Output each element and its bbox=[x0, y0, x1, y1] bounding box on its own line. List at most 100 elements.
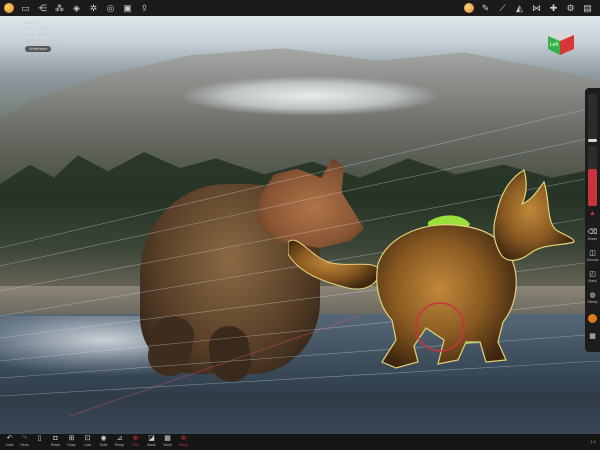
eraser-icon: ⌫ bbox=[587, 229, 598, 236]
smooth-button[interactable]: ◫ Smooth bbox=[586, 249, 599, 267]
sphere-icon: ◎ bbox=[106, 2, 115, 13]
stats-extra: Sculpt vertices: 44.5k bbox=[25, 38, 64, 43]
top-toolbar: ▭ ⋲ ⁂ ◈ ✲ ◎ ▣ ⇪ ✎ ⟋ ◭ ⋈ ✚ ⚙ ▤ bbox=[0, 0, 600, 16]
solid-button[interactable]: ◉ Solid bbox=[96, 434, 111, 450]
app-menu-button[interactable] bbox=[0, 0, 17, 16]
scene-button[interactable]: ⋲ bbox=[34, 0, 51, 16]
export-button[interactable]: ⇪ bbox=[136, 0, 153, 16]
share-icon: ⋲ bbox=[38, 2, 47, 13]
brush-button[interactable]: ✎ bbox=[477, 0, 494, 16]
retop-button[interactable]: ⊛ Retop bbox=[176, 434, 191, 450]
bottom-toolbar: ↶ Undo ↷ Redo ▯ ◘ Reset ⊞ Snap ⊡ Lock ◉ … bbox=[0, 434, 600, 450]
mask-icon: ◰ bbox=[589, 271, 596, 278]
erase-label: Erase bbox=[587, 237, 598, 241]
pick-icon: ⊕ bbox=[132, 435, 139, 442]
persp-button[interactable]: ⊿ Persp bbox=[112, 434, 127, 450]
undo-label: Undo bbox=[5, 443, 14, 447]
redo-label: Redo bbox=[20, 443, 29, 447]
more-settings-button[interactable]: ⚙ bbox=[562, 0, 579, 16]
objects-button[interactable]: ⁂ bbox=[51, 0, 68, 16]
reset-label: Reset bbox=[50, 443, 61, 447]
reset-button[interactable]: ◘ Reset bbox=[48, 434, 63, 450]
stamp-button[interactable]: ◍ Stamp bbox=[586, 291, 599, 309]
files-button[interactable]: ▭ bbox=[17, 0, 34, 16]
background-button[interactable]: ▣ bbox=[119, 0, 136, 16]
image-icon: ▣ bbox=[123, 2, 132, 13]
snow-patch bbox=[180, 76, 440, 116]
snap-icon: ⊞ bbox=[68, 435, 75, 442]
color-picker-button[interactable] bbox=[586, 314, 599, 332]
solid-icon: ◉ bbox=[100, 435, 107, 442]
retopo-icon: ⊛ bbox=[180, 435, 187, 442]
lock-icon: ⊡ bbox=[84, 435, 91, 442]
intensity-slider-fill bbox=[588, 168, 597, 206]
mesh-stats: Mesh Vert: 24 580 Faces: 49 160 Sculpt v… bbox=[25, 20, 63, 52]
symmetry-button[interactable]: ⋈ bbox=[528, 0, 545, 16]
stroke-icon: ⟋ bbox=[499, 2, 506, 13]
app-logo-icon bbox=[3, 3, 14, 13]
triangle-icon: ▲ bbox=[589, 210, 596, 217]
camera-icon: ◘ bbox=[53, 435, 58, 442]
material-slot-button[interactable]: ▦ bbox=[586, 332, 599, 350]
device-icon: ▯ bbox=[37, 435, 42, 442]
pick-button[interactable]: ⊕ Pick bbox=[128, 434, 143, 450]
folder-icon: ▭ bbox=[21, 2, 30, 13]
redo-button[interactable]: ↷ Redo bbox=[17, 434, 32, 450]
export-icon: ⇪ bbox=[140, 2, 149, 13]
intensity-slider[interactable] bbox=[588, 146, 597, 206]
pick-label: Pick bbox=[132, 443, 139, 447]
radius-slider-fill bbox=[588, 139, 597, 142]
snap-label: Snap bbox=[67, 443, 76, 447]
zoom-readout: 1:1 bbox=[590, 439, 596, 444]
tools-icon: ✚ bbox=[549, 2, 558, 13]
objects-icon: ⁂ bbox=[55, 2, 64, 13]
voxel-label: Voxel bbox=[163, 443, 172, 447]
mesh-icon: ◈ bbox=[73, 2, 80, 13]
mask-toggle-button[interactable]: ◪ Mask bbox=[144, 434, 159, 450]
snap-button[interactable]: ⊞ Snap bbox=[64, 434, 79, 450]
mesh-button[interactable]: ◈ bbox=[68, 0, 85, 16]
sculpt-model[interactable] bbox=[288, 164, 578, 374]
layers-button[interactable]: ▤ bbox=[579, 0, 596, 16]
perspective-icon: ⊿ bbox=[116, 435, 123, 442]
mask-label: Mask bbox=[588, 279, 597, 283]
paint-button[interactable]: ◭ bbox=[511, 0, 528, 16]
mask-toggle-label: Mask bbox=[147, 443, 156, 447]
material-grid-icon: ▦ bbox=[589, 333, 596, 340]
cube-label: Left bbox=[550, 42, 559, 48]
voxel-icon: ▦ bbox=[164, 435, 171, 442]
voxel-button[interactable]: ▦ Voxel bbox=[160, 434, 175, 450]
stroke-button[interactable]: ⟋ bbox=[494, 0, 511, 16]
color-swatch-icon bbox=[588, 314, 597, 323]
smooth-label: Smooth bbox=[586, 258, 599, 262]
symmetry-icon: ⋈ bbox=[532, 2, 541, 13]
erase-button[interactable]: ⌫ Erase bbox=[586, 228, 599, 246]
phone-button[interactable]: ▯ bbox=[32, 434, 47, 450]
lock-label: Lock bbox=[83, 443, 92, 447]
undo-button[interactable]: ↶ Undo bbox=[2, 434, 17, 450]
mask-button[interactable]: ◰ Mask bbox=[586, 270, 599, 288]
settings-button[interactable]: ✲ bbox=[85, 0, 102, 16]
stamp-icon: ◍ bbox=[589, 292, 596, 299]
redo-icon: ↷ bbox=[21, 435, 28, 442]
smooth-icon: ◫ bbox=[589, 250, 596, 257]
gear-icon: ✲ bbox=[89, 2, 98, 13]
pencil-icon: ✎ bbox=[481, 2, 490, 13]
wireframe-chip[interactable]: Wireframe bbox=[25, 46, 52, 52]
scene-settings-button[interactable]: ◎ bbox=[102, 0, 119, 16]
lock-button[interactable]: ⊡ Lock bbox=[80, 434, 95, 450]
material-ball-icon bbox=[463, 3, 474, 13]
mask-icon: ◪ bbox=[148, 435, 155, 442]
radius-slider[interactable] bbox=[588, 94, 597, 142]
retop-label: Retop bbox=[178, 443, 189, 447]
tool-slot-button[interactable]: ▲ bbox=[586, 210, 599, 228]
orientation-cube[interactable]: Left bbox=[546, 28, 576, 56]
tools-button[interactable]: ✚ bbox=[545, 0, 562, 16]
material-button[interactable] bbox=[460, 0, 477, 16]
persp-label: Persp bbox=[114, 443, 125, 447]
right-tool-panel: ▲ ⌫ Erase ◫ Smooth ◰ Mask ◍ Stamp ▦ bbox=[585, 88, 600, 352]
solid-label: Solid bbox=[99, 443, 108, 447]
layers-icon: ▤ bbox=[583, 2, 592, 13]
undo-icon: ↶ bbox=[6, 435, 13, 442]
stamp-label: Stamp bbox=[587, 300, 598, 304]
